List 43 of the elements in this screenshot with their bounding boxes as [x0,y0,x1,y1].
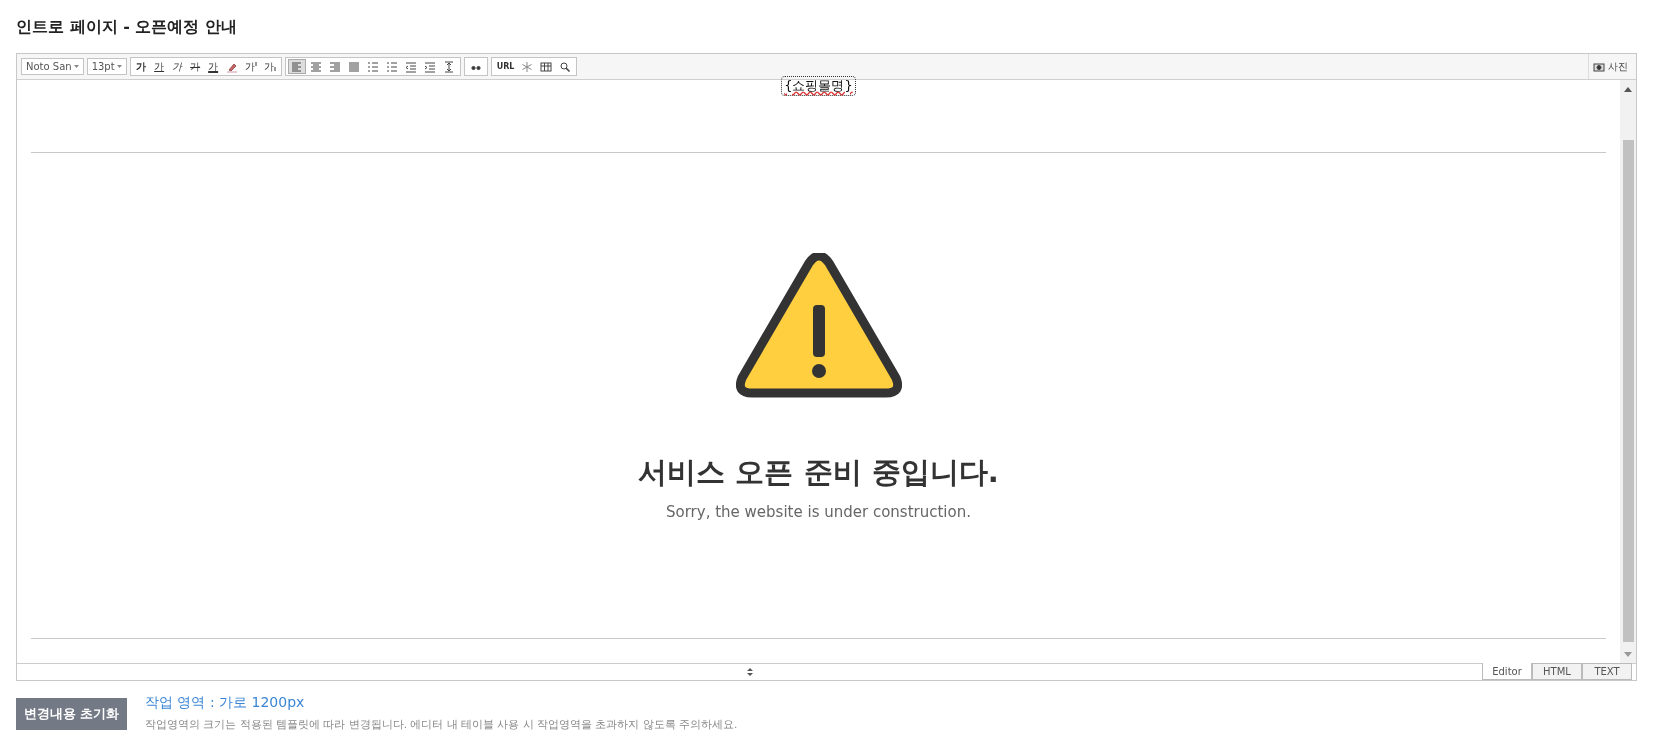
table-icon [540,60,553,73]
align-right-icon [328,60,341,73]
resize-handle-icon[interactable] [746,668,753,676]
camera-icon [1593,60,1605,73]
superscript-mark-icon [254,62,257,66]
align-left-icon [290,60,303,73]
align-center-icon [309,60,322,73]
photo-button[interactable]: 사진 [1588,54,1632,79]
construction-subtitle: Sorry, the website is under construction. [666,503,971,521]
page-title: 인트로 페이지 - 오픈예정 안내 [16,17,238,38]
work-area-note: 작업영역의 크기는 적용된 템플릿에 따라 변경됩니다. 에디터 내 테이블 사용 시 작업영역을 초과하지 않도록 주의하세요. [145,718,738,732]
font-select[interactable]: Noto San [21,58,84,75]
subscript-button[interactable]: 가 [260,59,279,74]
bold-button[interactable]: 가 [132,59,150,74]
scroll-down-icon [1624,652,1632,658]
size-select[interactable]: 13pt [86,58,127,75]
underline-button[interactable]: 가 [150,59,168,74]
superscript-button[interactable]: 가 [241,59,260,74]
scroll-up-icon [1624,86,1632,92]
strike-button[interactable]: 가 [186,59,204,74]
mode-tab[interactable]: TEXT [1582,663,1632,680]
caret-icon [116,65,122,68]
scrollbar[interactable] [1620,80,1636,663]
mode-tab[interactable]: Editor [1482,663,1532,680]
construction-heading: 서비스 오픈 준비 중입니다. [638,454,999,491]
mode-tab[interactable]: HTML [1532,663,1582,680]
color-button[interactable]: 가 [204,59,222,74]
numbered-list-icon [366,60,379,73]
line-height-icon [442,60,455,73]
asterisk-icon [521,60,534,73]
warning-icon [735,253,902,399]
outdent-icon [404,60,417,73]
search-icon [559,60,572,73]
reset-changes-button[interactable]: 변경내용 초기화 [16,698,127,730]
bullet-list-icon [385,60,398,73]
url-button[interactable]: URL [493,59,518,74]
indent-icon [423,60,436,73]
italic-button[interactable]: 가 [168,59,186,74]
caret-icon [73,65,79,68]
subscript-mark-icon [273,67,276,71]
work-area-label: 작업 영역 : 가로 1200px [145,694,306,712]
scroll-thumb[interactable] [1622,140,1634,642]
align-left-button[interactable] [287,59,306,74]
